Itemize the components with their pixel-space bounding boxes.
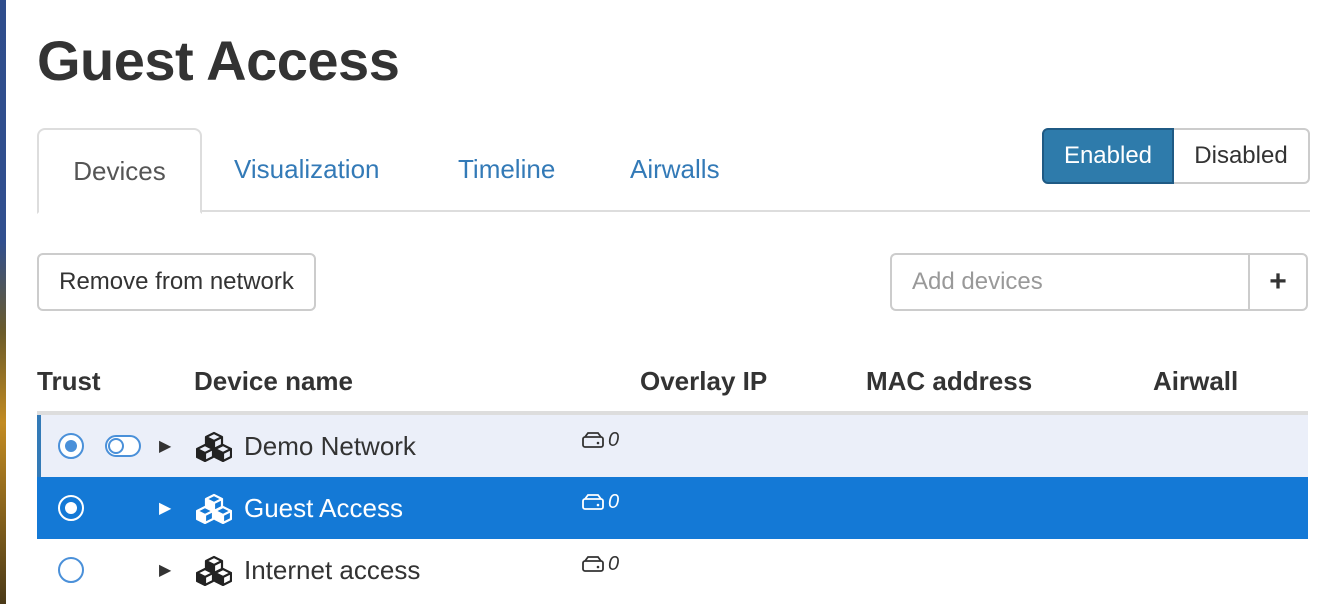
tab-airwalls[interactable]: Airwalls (630, 128, 720, 210)
tab-visualization[interactable]: Visualization (234, 128, 380, 210)
remove-from-network-button[interactable]: Remove from network (37, 253, 316, 311)
expand-caret-icon[interactable]: ▶ (159, 415, 171, 477)
page-title: Guest Access (37, 29, 400, 92)
device-count: 0 (582, 471, 619, 533)
hard-drive-icon (582, 556, 604, 572)
network-cubes-icon (196, 539, 232, 601)
add-devices-input[interactable] (890, 253, 1248, 311)
table-row[interactable]: ▶ Guest Access 0 (37, 477, 1308, 539)
table-row[interactable]: ▶ Internet access 0 (37, 539, 1308, 601)
trust-toggle-icon[interactable] (105, 415, 141, 477)
column-header-trust[interactable]: Trust (37, 366, 101, 397)
enabled-button[interactable]: Enabled (1042, 128, 1174, 184)
device-name[interactable]: Guest Access (244, 477, 403, 539)
trust-radio[interactable] (58, 415, 84, 477)
tab-devices[interactable]: Devices (37, 128, 202, 214)
status-toggle-group: Enabled Disabled (1042, 128, 1310, 188)
column-header-airwall[interactable]: Airwall (1153, 366, 1238, 397)
expand-caret-icon[interactable]: ▶ (159, 477, 171, 539)
desktop-background-edge (0, 0, 6, 604)
network-cubes-icon (196, 477, 232, 539)
expand-caret-icon[interactable]: ▶ (159, 539, 171, 601)
device-count: 0 (582, 533, 619, 595)
hard-drive-icon (582, 432, 604, 448)
table-row[interactable]: ▶ Demo Network 0 (37, 415, 1308, 477)
disabled-button[interactable]: Disabled (1174, 128, 1310, 184)
hard-drive-icon (582, 494, 604, 510)
tab-bar-divider (37, 210, 1310, 212)
column-header-overlay-ip[interactable]: Overlay IP (640, 366, 767, 397)
add-device-button[interactable]: + (1248, 253, 1308, 311)
trust-radio[interactable] (58, 477, 84, 539)
column-header-mac-address[interactable]: MAC address (866, 366, 1032, 397)
plus-icon: + (1269, 265, 1287, 298)
device-name[interactable]: Demo Network (244, 415, 416, 477)
tab-timeline[interactable]: Timeline (458, 128, 555, 210)
trust-radio[interactable] (58, 539, 84, 601)
network-cubes-icon (196, 415, 232, 477)
column-header-device-name[interactable]: Device name (194, 366, 353, 397)
add-devices-group: + (890, 253, 1308, 311)
device-count: 0 (582, 409, 619, 471)
device-name[interactable]: Internet access (244, 539, 420, 601)
